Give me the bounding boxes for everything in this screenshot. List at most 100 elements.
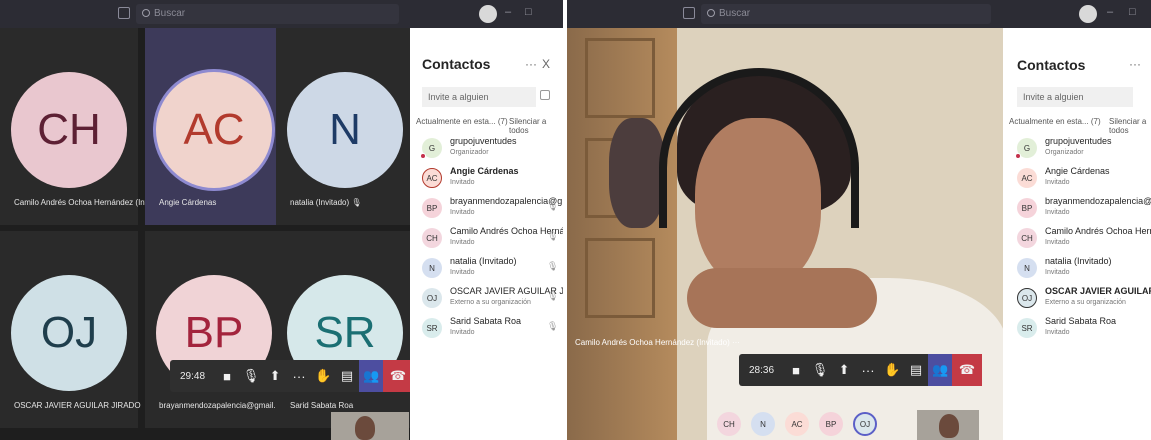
participant-row[interactable]: N natalia (Invitado) Invitado	[1017, 255, 1151, 285]
chat-icon[interactable]: ▤	[335, 360, 359, 392]
video-caption: Camilo Andrés Ochoa Hernández (Invitado)…	[575, 338, 740, 347]
invite-input[interactable]: Invite a alguien	[1017, 87, 1133, 107]
avatar[interactable]: BP	[819, 412, 843, 436]
minimize-icon[interactable]: –	[1107, 6, 1113, 18]
mic-muted-icon: 🎙	[547, 261, 559, 271]
more-options-icon[interactable]: ···	[525, 57, 537, 71]
profile-avatar[interactable]	[1079, 5, 1097, 23]
mic-muted-icon: 🎙	[547, 201, 559, 211]
participant-row[interactable]: SR Sarid Sabata Roa Invitado	[1017, 315, 1151, 345]
participant-name: natalia (Invitado) 🎙	[290, 198, 362, 207]
avatar: G	[1015, 138, 1037, 159]
participant-row[interactable]: OJ OSCAR JAVIER AGUILAR JI... Externo a …	[1017, 285, 1151, 315]
call-timer: 28:36	[749, 364, 775, 376]
participant-row[interactable]: BP brayanmendozapalencia@g... Invitado	[1017, 195, 1151, 225]
participant-row[interactable]: OJ OSCAR JAVIER AGUILAR JIR... Externo a…	[422, 285, 563, 315]
participant-tile[interactable]: N natalia (Invitado) 🎙	[276, 28, 414, 225]
search-icon	[142, 9, 150, 17]
self-view[interactable]	[331, 412, 409, 440]
avatar: G	[420, 138, 442, 159]
avatar: CH	[11, 72, 127, 189]
avatar: SR	[422, 318, 442, 338]
participants-panel: Contactos ··· Invite a alguien Actualmen…	[1003, 28, 1151, 440]
mic-muted-icon: 🎙	[547, 321, 559, 331]
microphone-muted-icon[interactable]: 🎙	[808, 354, 832, 386]
participant-row[interactable]: CH Camilo Andrés Ochoa Herná... Invitado…	[422, 225, 563, 255]
section-header[interactable]: Actualmente en esta... (7)	[416, 117, 508, 126]
person-arm	[687, 268, 877, 328]
share-screen-icon[interactable]: ⬆	[832, 354, 856, 386]
more-actions-icon[interactable]: ···	[287, 360, 311, 392]
participant-row[interactable]: SR Sarid Sabata Roa Invitado 🎙	[422, 315, 558, 345]
avatar: AC	[422, 168, 442, 188]
participant-tile[interactable]: BP brayanmendozapalencia@gmail.co...	[145, 231, 291, 428]
camera-icon[interactable]: ■	[215, 360, 239, 392]
avatar: BP	[422, 198, 442, 218]
minimize-icon[interactable]: –	[505, 6, 511, 18]
participant-row[interactable]: CH Camilo Andrés Ochoa Hernández... Invi…	[1017, 225, 1151, 255]
raise-hand-icon[interactable]: ✋	[311, 360, 335, 392]
share-invite-icon[interactable]	[540, 90, 550, 100]
participant-name: Sarid Sabata Roa	[290, 401, 354, 410]
mute-all-link[interactable]: Silenciar a todos	[509, 117, 563, 135]
mic-muted-icon: 🎙	[547, 231, 559, 241]
background-door	[567, 28, 677, 440]
more-actions-icon[interactable]: ···	[856, 354, 880, 386]
search-box[interactable]: Buscar	[136, 4, 399, 24]
hang-up-button[interactable]: ☎	[952, 354, 983, 386]
avatar: OJ	[422, 288, 442, 308]
search-box[interactable]: Buscar	[701, 4, 991, 24]
participant-name: brayanmendozapalencia@gmail.co...	[159, 401, 291, 410]
participant-tile[interactable]: SR Sarid Sabata Roa	[276, 231, 414, 428]
maximize-icon[interactable]: □	[1129, 6, 1136, 18]
profile-avatar[interactable]	[479, 5, 497, 23]
share-screen-icon[interactable]: ⬆	[263, 360, 287, 392]
search-icon	[707, 9, 715, 17]
participant-row[interactable]: N natalia (Invitado) Invitado 🎙	[422, 255, 558, 285]
avatar[interactable]: CH	[717, 412, 741, 436]
participant-row[interactable]: AC Angie Cárdenas Invitado	[1017, 165, 1151, 195]
title-bar: Buscar – □	[0, 0, 563, 28]
participant-tile-speaking[interactable]: AC Angie Cárdenas	[145, 28, 283, 225]
participant-tile[interactable]: CH Camilo Andrés Ochoa Hernández (Invi..…	[0, 28, 170, 225]
avatar: SR	[1017, 318, 1037, 338]
avatar[interactable]: AC	[785, 412, 809, 436]
participant-row[interactable]: AC Angie Cárdenas Invitado	[422, 165, 558, 195]
more-options-icon[interactable]: ···	[1129, 57, 1141, 71]
participant-row[interactable]: G grupojuventudes Organizador	[420, 135, 558, 165]
participant-name: OSCAR JAVIER AGUILAR JIRADO 🎙 ···	[14, 401, 163, 410]
participant-name: Angie Cárdenas	[159, 198, 217, 207]
close-icon[interactable]: X	[542, 57, 550, 71]
avatar: BP	[1017, 198, 1037, 218]
compose-icon[interactable]	[118, 7, 130, 19]
avatar: N	[1017, 258, 1037, 278]
invite-input[interactable]: Invite a alguien	[422, 87, 536, 107]
participant-video[interactable]: Camilo Andrés Ochoa Hernández (Invitado)…	[567, 28, 1003, 440]
participant-row[interactable]: G grupojuventudes Organizador	[1015, 135, 1151, 165]
camera-icon[interactable]: ■	[784, 354, 808, 386]
call-controls: 29:48 ■ 🎙 ⬆ ··· ✋ ▤ 👥 ☎	[170, 360, 414, 392]
section-header[interactable]: Actualmente en esta... (7)	[1009, 117, 1101, 126]
mic-muted-icon: 🎙	[547, 291, 559, 301]
avatar: OJ	[1017, 288, 1037, 308]
avatar: AC	[1017, 168, 1037, 188]
call-controls: 28:36 ■ 🎙 ⬆ ··· ✋ ▤ 👥 ☎	[739, 354, 983, 386]
raise-hand-icon[interactable]: ✋	[880, 354, 904, 386]
mic-muted-icon: 🎙	[351, 198, 362, 207]
chat-icon[interactable]: ▤	[904, 354, 928, 386]
background-bag	[609, 118, 665, 228]
maximize-icon[interactable]: □	[525, 6, 532, 18]
mute-all-link[interactable]: Silenciar a todos	[1109, 117, 1151, 135]
participant-tile[interactable]: OJ OSCAR JAVIER AGUILAR JIRADO 🎙 ···	[0, 231, 163, 428]
compose-icon[interactable]	[683, 7, 695, 19]
participant-row[interactable]: BP brayanmendozapalencia@g... Invitado 🎙	[422, 195, 563, 225]
avatar: N	[287, 72, 403, 189]
avatar[interactable]: OJ	[853, 412, 877, 436]
avatar: CH	[422, 228, 442, 248]
hang-up-button[interactable]: ☎	[383, 360, 414, 392]
avatar[interactable]: N	[751, 412, 775, 436]
participants-icon[interactable]: 👥	[928, 354, 953, 386]
participants-icon[interactable]: 👥	[359, 360, 384, 392]
microphone-icon[interactable]: 🎙	[239, 360, 263, 392]
self-view[interactable]	[917, 410, 979, 440]
